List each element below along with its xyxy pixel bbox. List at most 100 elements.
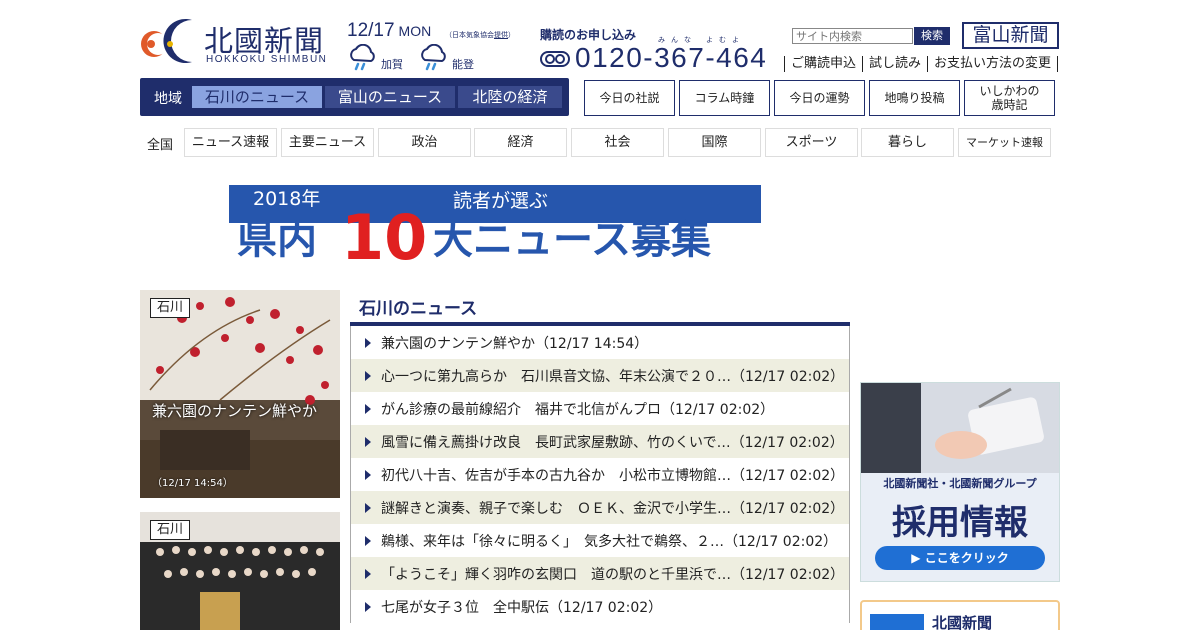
news-item[interactable]: 兼六園のナンテン鮮やか（12/17 14:54） — [351, 326, 849, 359]
news-item[interactable]: 鵜様、来年は「徐々に明るく」 気多大社で鵜祭、２…（12/17 02:02） — [351, 524, 849, 557]
news-item-text: がん診療の最前線紹介 福井で北信がんプロ（12/17 02:02） — [381, 401, 775, 418]
category-breaking-news[interactable]: ニュース速報 — [184, 128, 277, 157]
weather-credit-link[interactable]: 提供 — [494, 31, 508, 39]
banner-year: 2018年 — [253, 188, 320, 210]
logo-mark-icon — [141, 19, 192, 64]
arrow-right-icon — [365, 436, 371, 447]
weather-area-label: 能登 — [452, 58, 474, 71]
news-card-photo[interactable]: 石川 兼六園のナンテン鮮やか （12/17 14:54） — [140, 290, 340, 498]
banner-pre: 県内 — [237, 217, 317, 263]
news-item-text: 心一つに第九高らか 石川県音文協、年末公演で２０…（12/17 02:02） — [381, 368, 845, 385]
category-nav-label: 全国 — [147, 138, 174, 153]
top10-news-banner[interactable]: 2018年 読者が選ぶ 県内 10 大ニュース募集 — [229, 185, 761, 265]
recruit-ad-subtitle: 北國新聞社・北國新聞グループ — [883, 477, 1037, 490]
recruit-ad-title: 採用情報 — [892, 503, 1028, 543]
news-item-text: 初代八十吉、佐吉が手本の古九谷か 小松市立博物館…（12/17 02:02） — [381, 467, 845, 484]
news-item[interactable]: がん診療の最前線紹介 福井で北信がんプロ（12/17 02:02） — [351, 392, 849, 425]
button-label-line1: いしかわの — [979, 84, 1040, 98]
card-caption: 兼六園のナンテン鮮やか — [152, 402, 318, 420]
page: 北國新聞 HOKKOKU SHIMBUN 12/17 MON （日本気象協会提供）… — [0, 0, 1200, 630]
link-trial[interactable]: 試し読み — [862, 56, 927, 72]
arrow-right-icon — [365, 535, 371, 546]
arrow-right-icon — [365, 403, 371, 414]
site-search-input[interactable] — [792, 28, 913, 44]
news-section-title: 石川のニュース — [359, 299, 478, 319]
rain-cloud-icon — [421, 44, 446, 71]
news-item-text: 風雪に備え薦掛け改良 長町武家屋敷跡、竹のくいで…（12/17 02:02） — [381, 434, 844, 451]
category-politics[interactable]: 政治 — [378, 128, 471, 157]
tab-hokuriku-economy[interactable]: 北陸の経済 — [458, 86, 562, 108]
nandina-photo — [140, 290, 340, 498]
promo-thumbnail — [870, 614, 924, 630]
weather-credit-suffix: ） — [508, 31, 515, 39]
category-lifestyle[interactable]: 暮らし — [861, 128, 954, 157]
subscription-phone[interactable]: 0120-367-464 — [575, 42, 767, 74]
news-item-text: 兼六園のナンテン鮮やか（12/17 14:54） — [381, 335, 649, 352]
link-payment-change[interactable]: お支払い方法の変更 — [927, 56, 1059, 72]
arrow-right-icon — [365, 370, 371, 381]
recruit-ad-button[interactable]: ▶ ここをクリック — [875, 546, 1045, 570]
freedial-icon — [540, 51, 570, 67]
button-horoscope[interactable]: 今日の運勢 — [774, 80, 865, 116]
arrow-right-icon — [365, 337, 371, 348]
tab-toyama-news[interactable]: 富山のニュース — [325, 86, 455, 108]
banner-sub: 読者が選ぶ — [453, 190, 548, 212]
weather-credit-prefix: （日本気象協会 — [445, 31, 494, 39]
weather-credit: （日本気象協会提供） — [445, 30, 515, 40]
news-item[interactable]: 七尾が女子３位 全中駅伝（12/17 02:02） — [351, 590, 849, 623]
recruit-photo — [861, 383, 1059, 473]
promo-box[interactable]: 北國新聞 — [860, 600, 1060, 630]
region-nav-label: 地域 — [154, 91, 182, 107]
news-item-text: 「ようこそ」輝く羽咋の玄関口 道の駅のと千里浜で…（12/17 02:02） — [381, 566, 845, 583]
category-market-news[interactable]: マーケット速報 — [958, 128, 1051, 157]
card-timestamp: （12/17 14:54） — [152, 478, 233, 489]
category-society[interactable]: 社会 — [571, 128, 664, 157]
banner-post: 大ニュース募集 — [433, 217, 711, 263]
top-links: ご購読申込 試し読み お支払い方法の変更 — [784, 56, 1059, 72]
date-text: 12/17 — [347, 20, 395, 41]
category-international[interactable]: 国際 — [668, 128, 761, 157]
arrow-right-icon — [365, 568, 371, 579]
toyama-shimbun-link[interactable]: 富山新聞 — [962, 22, 1059, 49]
news-item[interactable]: 風雪に備え薦掛け改良 長町武家屋敷跡、竹のくいで…（12/17 02:02） — [351, 425, 849, 458]
button-reader-posts[interactable]: 地鳴り投稿 — [869, 80, 960, 116]
button-ishikawa-calendar[interactable]: いしかわの 歳時記 — [964, 80, 1055, 116]
link-subscribe[interactable]: ご購読申込 — [784, 56, 862, 72]
news-item-text: 鵜様、来年は「徐々に明るく」 気多大社で鵜祭、２…（12/17 02:02） — [381, 533, 838, 550]
logo-subtitle: HOKKOKU SHIMBUN — [206, 54, 328, 65]
weather-area-label: 加賀 — [381, 58, 403, 71]
news-list: 兼六園のナンテン鮮やか（12/17 14:54） 心一つに第九高らか 石川県音文… — [350, 326, 850, 623]
weather-kaga[interactable]: 加賀 — [347, 44, 417, 72]
news-item-text: 謎解きと演奏、親子で楽しむ ＯＥＫ、金沢で小学生…（12/17 02:02） — [381, 500, 845, 517]
news-card-photo[interactable]: 石川 — [140, 512, 340, 630]
search-button[interactable]: 検索 — [914, 27, 950, 45]
site-logo[interactable]: 北國新聞 HOKKOKU SHIMBUN — [140, 16, 340, 68]
arrow-right-icon — [365, 502, 371, 513]
tab-ishikawa-news[interactable]: 石川のニュース — [192, 86, 322, 108]
banner-number: 10 — [341, 201, 427, 265]
category-sports[interactable]: スポーツ — [765, 128, 858, 157]
button-label-line2: 歳時記 — [991, 98, 1028, 112]
weather-noto[interactable]: 能登 — [418, 44, 488, 72]
news-item[interactable]: 初代八十吉、佐吉が手本の古九谷か 小松市立博物館…（12/17 02:02） — [351, 458, 849, 491]
promo-title: 北國新聞 — [932, 614, 993, 630]
rain-cloud-icon — [350, 44, 375, 71]
date-display: 12/17 MON — [347, 20, 431, 42]
button-editorial[interactable]: 今日の社説 — [584, 80, 675, 116]
region-nav: 地域 石川のニュース 富山のニュース 北陸の経済 — [140, 78, 569, 116]
category-economy[interactable]: 経済 — [474, 128, 567, 157]
banner-art: 2018年 読者が選ぶ 県内 10 大ニュース募集 — [229, 185, 761, 265]
arrow-right-icon — [365, 601, 371, 612]
button-column-jisho[interactable]: コラム時鐘 — [679, 80, 770, 116]
news-item-text: 七尾が女子３位 全中駅伝（12/17 02:02） — [381, 599, 663, 616]
region-tag: 石川 — [150, 520, 191, 540]
weekday-text: MON — [398, 23, 432, 39]
arrow-right-icon — [365, 469, 371, 480]
category-top-news[interactable]: 主要ニュース — [281, 128, 374, 157]
region-tag: 石川 — [150, 298, 191, 318]
subscribe-label: 購読のお申し込み — [540, 28, 637, 42]
recruit-ad[interactable]: 北國新聞社・北國新聞グループ 採用情報 ▶ ここをクリック — [860, 382, 1060, 582]
news-item[interactable]: 心一つに第九高らか 石川県音文協、年末公演で２０…（12/17 02:02） — [351, 359, 849, 392]
news-item[interactable]: 謎解きと演奏、親子で楽しむ ＯＥＫ、金沢で小学生…（12/17 02:02） — [351, 491, 849, 524]
news-item[interactable]: 「ようこそ」輝く羽咋の玄関口 道の駅のと千里浜で…（12/17 02:02） — [351, 557, 849, 590]
